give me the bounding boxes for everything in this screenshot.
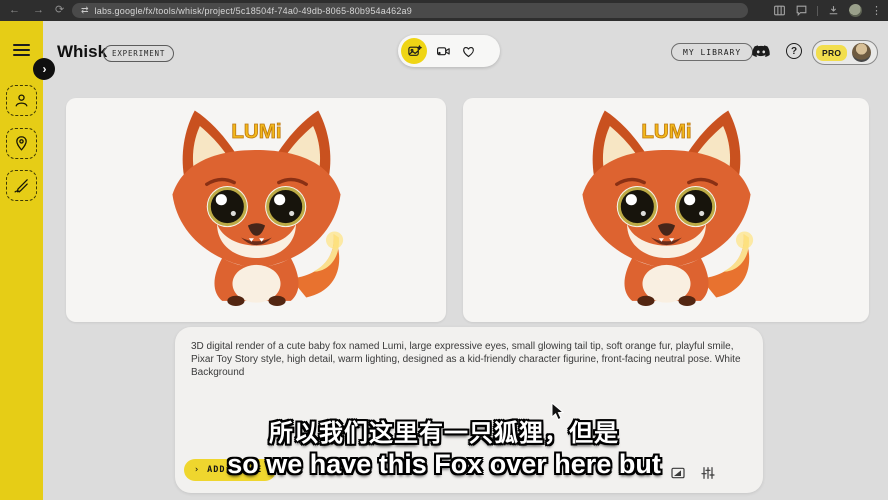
fox-render-left bbox=[145, 107, 368, 313]
tune-settings-icon[interactable] bbox=[700, 465, 716, 481]
mouse-cursor bbox=[551, 402, 564, 421]
help-button[interactable]: ? bbox=[786, 43, 802, 59]
page-title: Whisk bbox=[57, 42, 107, 62]
browser-menu-icon[interactable]: ⋮ bbox=[871, 4, 882, 17]
account-button[interactable]: PRO bbox=[812, 40, 878, 65]
url-text: labs.google/fx/tools/whisk/project/5c185… bbox=[95, 6, 412, 16]
url-swap-icon: ⇄ bbox=[81, 5, 89, 16]
sidebar bbox=[0, 21, 43, 500]
whisk-app-screen: LUMi ← → ⟳ ⇄ labs.google/fx/tools/whisk/… bbox=[0, 0, 888, 500]
download-icon[interactable] bbox=[827, 4, 840, 17]
pro-badge: PRO bbox=[816, 45, 847, 61]
browser-profile-avatar[interactable] bbox=[849, 4, 862, 17]
person-icon bbox=[13, 92, 30, 109]
chevron-right-icon: › bbox=[194, 465, 200, 475]
browser-back-icon[interactable]: ← bbox=[9, 3, 20, 18]
aspect-ratio-icon[interactable] bbox=[670, 465, 686, 481]
sidebar-item-subject[interactable] bbox=[6, 85, 37, 116]
user-avatar bbox=[852, 43, 871, 62]
add-image-button[interactable]: › ADD IMAGE bbox=[184, 459, 276, 481]
prompt-text[interactable]: 3D digital render of a cute baby fox nam… bbox=[191, 340, 751, 380]
experiment-badge: EXPERIMENT bbox=[103, 45, 174, 62]
prompt-card: 3D digital render of a cute baby fox nam… bbox=[175, 327, 763, 493]
prompt-actions bbox=[670, 465, 716, 481]
browser-bar: ← → ⟳ ⇄ labs.google/fx/tools/whisk/proje… bbox=[0, 0, 888, 21]
chat-bubble-icon[interactable] bbox=[795, 4, 808, 17]
sidebar-expand-button[interactable]: › bbox=[33, 58, 55, 80]
address-bar[interactable]: ⇄ labs.google/fx/tools/whisk/project/5c1… bbox=[72, 3, 748, 18]
my-library-button[interactable]: MY LIBRARY bbox=[671, 43, 753, 61]
video-mode-button[interactable] bbox=[434, 42, 452, 60]
style-pen-icon bbox=[13, 177, 30, 194]
browser-forward-icon[interactable]: → bbox=[33, 3, 44, 18]
browser-reload-icon[interactable]: ⟳ bbox=[55, 3, 64, 18]
image-icon bbox=[407, 44, 422, 59]
heart-icon bbox=[461, 44, 476, 59]
generated-image-left[interactable] bbox=[66, 98, 446, 322]
favorites-button[interactable] bbox=[459, 42, 477, 60]
fox-render-right bbox=[555, 107, 778, 313]
discord-icon[interactable] bbox=[751, 44, 771, 60]
image-mode-button[interactable] bbox=[401, 38, 427, 64]
menu-hamburger-icon[interactable] bbox=[13, 44, 30, 56]
browser-actions: ⋮ bbox=[773, 0, 882, 21]
sidebar-item-style[interactable] bbox=[6, 170, 37, 201]
location-pin-icon bbox=[13, 135, 30, 152]
generated-image-right[interactable] bbox=[463, 98, 869, 322]
add-image-label: ADD IMAGE bbox=[207, 465, 262, 475]
panel-icon[interactable] bbox=[773, 4, 786, 17]
video-icon bbox=[436, 44, 451, 59]
sidebar-item-scene[interactable] bbox=[6, 128, 37, 159]
mode-switcher bbox=[398, 35, 500, 67]
separator bbox=[817, 6, 818, 16]
